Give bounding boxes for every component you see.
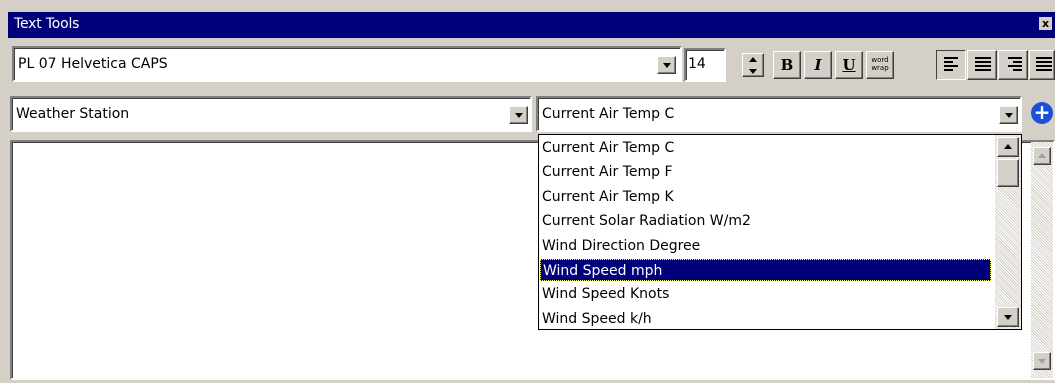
align-center-button[interactable] xyxy=(967,50,997,80)
bold-button[interactable]: B xyxy=(773,51,801,79)
bold-label: B xyxy=(780,56,794,74)
close-icon[interactable]: x xyxy=(1039,17,1052,30)
font-size-up-button[interactable] xyxy=(743,54,763,65)
add-field-icon[interactable]: + xyxy=(1031,102,1053,124)
word-wrap-label-line2: wrap xyxy=(871,64,889,72)
font-size-spinner[interactable] xyxy=(742,53,764,77)
window-title: Text Tools xyxy=(14,16,80,32)
font-size-down-button[interactable] xyxy=(743,65,763,76)
italic-label: I xyxy=(814,56,822,74)
dropdown-option[interactable]: Wind Direction Degree xyxy=(540,235,991,257)
editor-scroll-up-button[interactable] xyxy=(1033,147,1051,165)
data-field-value: Current Air Temp C xyxy=(542,106,675,122)
align-left-button[interactable] xyxy=(936,50,966,80)
align-left-icon xyxy=(944,57,962,73)
chevron-down-icon xyxy=(1004,315,1012,320)
font-size-value: 14 xyxy=(688,56,706,72)
data-source-select[interactable]: Weather Station xyxy=(10,96,532,132)
font-size-input[interactable]: 14 xyxy=(684,48,726,82)
editor-scroll-down-button[interactable] xyxy=(1033,352,1051,370)
chevron-up-icon xyxy=(1004,144,1012,149)
dropdown-option[interactable]: Wind Speed Knots xyxy=(540,283,991,305)
chevron-up-icon xyxy=(749,56,757,62)
editor-vertical-scrollbar[interactable] xyxy=(1031,142,1053,378)
chevron-down-icon xyxy=(514,113,523,118)
align-right-icon xyxy=(1006,57,1024,73)
data-source-dropdown-button[interactable] xyxy=(509,106,528,124)
underline-button[interactable]: U xyxy=(835,51,863,79)
justify-button[interactable] xyxy=(1029,50,1055,80)
font-name-value: PL 07 Helvetica CAPS xyxy=(18,56,168,72)
word-wrap-button[interactable]: word wrap xyxy=(866,51,894,79)
title-bar[interactable]: Text Tools x xyxy=(8,12,1055,38)
font-name-select[interactable]: PL 07 Helvetica CAPS xyxy=(12,46,682,82)
data-field-dropdown-button[interactable] xyxy=(999,106,1018,124)
text-tools-window: Text Tools x PL 07 Helvetica CAPS 14 B I… xyxy=(0,0,1055,383)
dropdown-option[interactable]: Current Air Temp K xyxy=(540,186,991,208)
underline-label: U xyxy=(842,56,856,74)
data-source-value: Weather Station xyxy=(16,106,130,122)
chevron-down-icon xyxy=(662,63,671,68)
dropdown-scroll-down-button[interactable] xyxy=(997,307,1019,327)
word-wrap-label-line1: word xyxy=(871,56,889,64)
dropdown-option[interactable]: Current Air Temp C xyxy=(540,137,991,159)
word-wrap-label: word wrap xyxy=(867,56,893,72)
italic-button[interactable]: I xyxy=(804,51,832,79)
chevron-down-icon xyxy=(1038,359,1046,364)
dropdown-scrollbar[interactable] xyxy=(995,135,1021,329)
align-justify-icon xyxy=(1036,57,1054,73)
dropdown-scroll-up-button[interactable] xyxy=(997,137,1019,157)
chevron-down-icon xyxy=(1004,113,1013,118)
align-center-icon xyxy=(975,57,993,73)
dropdown-option[interactable]: Current Solar Radiation W/m2 xyxy=(540,210,991,232)
font-name-dropdown-button[interactable] xyxy=(657,56,676,74)
data-field-dropdown-list[interactable]: Current Air Temp C Current Air Temp F Curr… xyxy=(538,134,1022,330)
dropdown-scroll-thumb[interactable] xyxy=(997,159,1019,187)
chevron-up-icon xyxy=(1038,153,1046,158)
data-field-select[interactable]: Current Air Temp C xyxy=(536,96,1022,132)
chevron-down-icon xyxy=(749,68,757,74)
dropdown-option[interactable]: Wind Speed mph xyxy=(540,259,991,281)
align-right-button[interactable] xyxy=(998,50,1028,80)
dropdown-option[interactable]: Current Air Temp F xyxy=(540,161,991,183)
dropdown-option[interactable]: Wind Speed k/h xyxy=(540,308,991,330)
